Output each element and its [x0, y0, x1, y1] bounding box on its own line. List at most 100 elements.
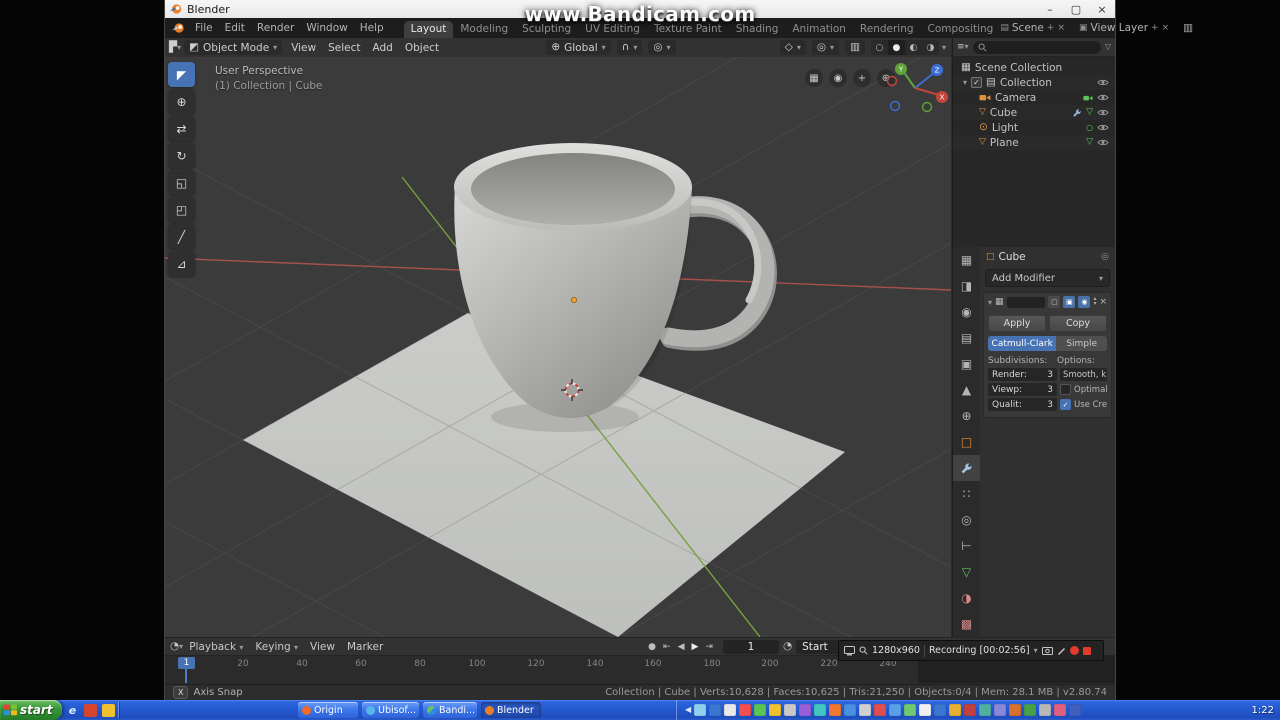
task-button-blender[interactable]: Blender [481, 702, 541, 718]
tray-icon[interactable] [994, 704, 1007, 716]
tray-icon[interactable] [694, 704, 707, 716]
hide-icons-arrow[interactable]: ◀ [685, 706, 691, 714]
outliner-row-light[interactable]: ⊙ Light ○ [953, 120, 1115, 135]
physics-tab-icon[interactable]: ◎ [953, 507, 980, 533]
transform-tool[interactable]: ◰ [168, 197, 195, 222]
cursor-tool[interactable]: ⊕ [168, 89, 195, 114]
render-tab-icon[interactable]: ◉ [953, 299, 980, 325]
internet-explorer-icon[interactable]: e [66, 704, 79, 717]
menu-view[interactable]: View [285, 42, 322, 54]
texture-tab-icon[interactable]: ▩ [953, 611, 980, 637]
object-data-tab-icon[interactable]: ▽ [953, 559, 980, 585]
tray-icon[interactable] [769, 704, 782, 716]
tray-icon[interactable] [799, 704, 812, 716]
tab-modeling[interactable]: Modeling [453, 21, 515, 38]
render-display-toggle[interactable]: ◉ [1078, 296, 1091, 308]
scene-tab-icon[interactable]: ▲ [953, 377, 980, 403]
autokey-icon[interactable]: ● [648, 642, 656, 652]
outliner-editor-icon[interactable]: ≡ ▾ [957, 42, 969, 52]
outliner-row-camera[interactable]: Camera [953, 90, 1115, 105]
shading-options-icon[interactable]: ▾ [942, 43, 946, 52]
tray-icon[interactable] [949, 704, 962, 716]
eye-icon[interactable] [1097, 123, 1109, 132]
tray-icon[interactable] [784, 704, 797, 716]
uv-smooth-dropdown[interactable]: Smooth, k... [1060, 368, 1107, 381]
menu-playback[interactable]: Playback ▾ [183, 641, 249, 653]
tray-icon[interactable] [1039, 704, 1052, 716]
menu-add[interactable]: Add [367, 42, 399, 54]
gizmos-toggle[interactable]: ◇ ▾ [779, 40, 806, 55]
pin-icon[interactable]: ◎ [1101, 252, 1109, 262]
editor-type-icon[interactable]: ▛ ▾ [169, 42, 181, 53]
tray-icon[interactable] [1054, 704, 1067, 716]
world-tab-icon[interactable]: ⊕ [953, 403, 980, 429]
outliner-row-plane[interactable]: ▽ Plane ▽ [953, 135, 1115, 150]
tab-compositing[interactable]: Compositing [921, 21, 1001, 38]
tray-icon[interactable] [709, 704, 722, 716]
taskbar-clock[interactable]: 1:22 [1252, 705, 1274, 716]
menu-marker[interactable]: Marker [341, 641, 389, 653]
menu-edit[interactable]: Edit [219, 22, 251, 34]
pan-icon[interactable]: + [853, 69, 871, 87]
tray-icon[interactable] [964, 704, 977, 716]
close-button[interactable]: × [1089, 0, 1115, 18]
add-modifier-dropdown[interactable]: Add Modifier ▾ [985, 269, 1110, 287]
outliner-row-scene-collection[interactable]: ▦ Scene Collection [953, 60, 1115, 75]
tab-animation[interactable]: Animation [785, 21, 853, 38]
mode-dropdown[interactable]: ◩ Object Mode ▾ [184, 40, 283, 55]
perspective-toggle-icon[interactable]: ▦ [805, 69, 823, 87]
menu-window[interactable]: Window [300, 22, 353, 34]
play-icon[interactable]: ▶ [691, 642, 698, 652]
tray-icon[interactable] [889, 704, 902, 716]
tray-icon[interactable] [1009, 704, 1022, 716]
tray-icon[interactable] [919, 704, 932, 716]
tab-rendering[interactable]: Rendering [853, 21, 921, 38]
scale-tool[interactable]: ◱ [168, 170, 195, 195]
modifier-name-field[interactable] [1006, 296, 1046, 308]
snap-toggle[interactable]: ∩ ▾ [616, 40, 643, 55]
tray-icon[interactable] [829, 704, 842, 716]
breadcrumb-object[interactable]: Cube [999, 251, 1026, 263]
tray-icon[interactable] [904, 704, 917, 716]
select-box-tool[interactable]: ◤ [168, 62, 195, 87]
tray-icon[interactable] [874, 704, 887, 716]
collapse-icon[interactable]: ▾ [988, 298, 992, 307]
outliner-row-cube[interactable]: ▽ Cube ▽ [953, 105, 1115, 120]
unlink-scene-icon[interactable]: × [1057, 23, 1065, 33]
play-reverse-icon[interactable]: ◀ [678, 642, 685, 652]
delete-modifier-icon[interactable]: × [1099, 297, 1107, 307]
shading-solid-button[interactable]: ● [887, 40, 905, 55]
use-preview-range-icon[interactable]: ◔ [783, 641, 792, 652]
tray-icon[interactable] [934, 704, 947, 716]
constraints-tab-icon[interactable]: ⊢ [953, 533, 980, 559]
properties-editor-icon[interactable]: ▦ [953, 247, 980, 273]
eye-icon[interactable] [1097, 108, 1109, 117]
menu-render[interactable]: Render [251, 22, 300, 34]
render-subdivisions-field[interactable]: Render: 3 [988, 368, 1058, 381]
camera-view-icon[interactable]: ◉ [829, 69, 847, 87]
menu-select[interactable]: Select [322, 42, 366, 54]
current-frame-field[interactable]: 1 [722, 639, 779, 654]
filter-icon[interactable]: ▽ [1105, 43, 1111, 51]
minimize-button[interactable]: – [1037, 0, 1063, 18]
stop-icon[interactable] [1082, 646, 1091, 655]
menu-keying[interactable]: Keying ▾ [249, 641, 304, 653]
tray-icon[interactable] [859, 704, 872, 716]
shading-material-button[interactable]: ◐ [905, 40, 922, 55]
tray-icon[interactable] [739, 704, 752, 716]
eye-icon[interactable] [1097, 138, 1109, 147]
maximize-button[interactable]: ▢ [1063, 0, 1089, 18]
apply-button[interactable]: Apply [988, 315, 1046, 332]
output-tab-icon[interactable]: ▤ [953, 325, 980, 351]
catmull-clark-button[interactable]: Catmull-Clark [988, 336, 1057, 351]
screenshot-icon[interactable] [1041, 646, 1053, 655]
task-button-ubisoft[interactable]: Ubisof... [362, 702, 419, 718]
tray-icon[interactable] [1069, 704, 1082, 716]
draw-icon[interactable] [1057, 646, 1066, 655]
xray-toggle[interactable]: ▥ [845, 40, 865, 55]
quick-launch-icon[interactable] [84, 703, 97, 717]
tray-icon[interactable] [844, 704, 857, 716]
timeline-editor-icon[interactable]: ◔ ▾ [170, 641, 183, 652]
render-display-icon[interactable]: ▥ [1183, 22, 1193, 34]
eye-icon[interactable] [1097, 78, 1109, 87]
